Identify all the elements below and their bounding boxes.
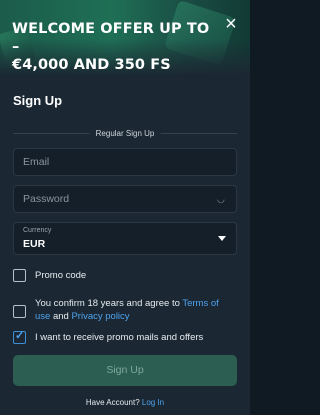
close-icon[interactable]: × xyxy=(220,13,242,35)
banner-title: WELCOME OFFER UP TO – €4,000 AND 350 FS xyxy=(12,20,212,74)
log-in-link[interactable]: Log In xyxy=(142,398,164,407)
terms-label: You confirm 18 years and agree to Terms … xyxy=(35,298,219,322)
email-input[interactable] xyxy=(14,149,236,175)
currency-label: Currency xyxy=(23,227,52,234)
privacy-link[interactable]: Privacy policy xyxy=(71,311,129,322)
newsletter-checkbox[interactable]: ✓ xyxy=(13,330,26,344)
welcome-banner: WELCOME OFFER UP TO – €4,000 AND 350 FS xyxy=(0,0,250,75)
banner-title-line2: €4,000 AND 350 FS xyxy=(12,57,171,73)
currency-value: EUR xyxy=(23,238,46,250)
sign-up-button[interactable]: Sign Up xyxy=(13,355,237,386)
have-account-text: Have Account? xyxy=(85,398,140,407)
chevron-down-icon xyxy=(218,236,226,241)
promo-code-checkbox[interactable] xyxy=(13,269,26,282)
newsletter-label[interactable]: I want to receive promo mails and offers xyxy=(35,331,203,344)
show-password-icon[interactable]: ◡ xyxy=(217,194,227,204)
section-divider: Regular Sign Up xyxy=(13,127,237,141)
banner-title-line1: WELCOME OFFER UP TO – xyxy=(12,21,210,55)
password-field[interactable]: ◡ xyxy=(13,185,237,213)
terms-checkbox[interactable] xyxy=(13,305,26,318)
page-title: Sign Up xyxy=(13,93,63,108)
password-input[interactable] xyxy=(14,186,236,212)
email-field[interactable] xyxy=(13,148,237,176)
currency-select[interactable]: Currency EUR xyxy=(13,222,237,255)
footer: Have Account? Log In xyxy=(0,398,250,407)
checkmark-icon: ✓ xyxy=(15,330,25,342)
promo-code-label[interactable]: Promo code xyxy=(35,269,86,282)
divider-label: Regular Sign Up xyxy=(89,127,161,140)
